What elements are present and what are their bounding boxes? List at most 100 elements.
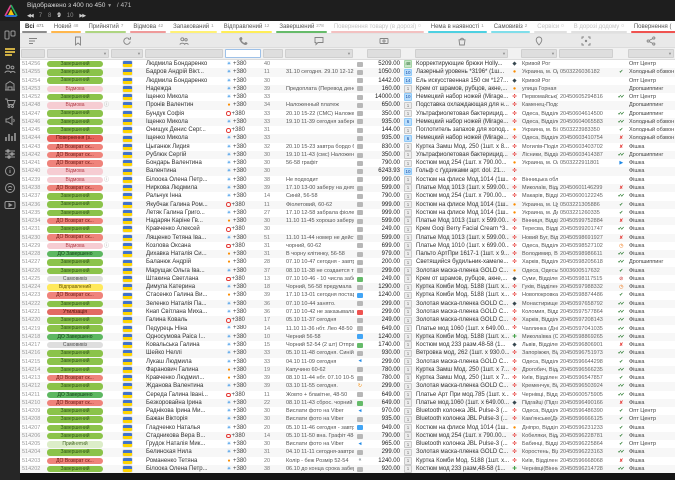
tracking-number[interactable]: 20450597577864: [558, 308, 614, 316]
client-phone[interactable]: ✳+380: [224, 85, 262, 93]
table-row[interactable]: 514242ДО Возврат ск...Рублюк Сергій✳+380…: [20, 151, 675, 159]
tracking-number[interactable]: 0503221260335: [558, 209, 614, 217]
table-row[interactable]: 514239ВідмоваⓘБілоока Олена Петр...✳+380…: [20, 176, 675, 184]
last-page-button[interactable]: ▶▶: [79, 13, 85, 19]
table-row[interactable]: 514227ЗавершенийБаланюк Андрій●+3802807.…: [20, 258, 675, 266]
client-phone[interactable]: ✳+380: [224, 341, 262, 349]
table-row[interactable]: 514212ЗавершенийЖданова Валентина✳+38039…: [20, 382, 675, 390]
client-phone[interactable]: +380: [224, 242, 262, 250]
table-row[interactable]: 514230ДО Возврат ск...Лященко Тетяна Іва…: [20, 234, 675, 242]
sidebar-item-video[interactable]: [3, 199, 17, 211]
client-phone[interactable]: ✳+380: [224, 93, 262, 101]
table-row[interactable]: 514216ЗавершенийШейко Неллі✳+3803305.10 …: [20, 349, 675, 357]
table-row[interactable]: 514237ЗавершенийРальчук Інна✳+38014Синій…: [20, 192, 675, 200]
table-row[interactable]: 514220ЗавершенийГалина Коваль+3801705.10…: [20, 316, 675, 324]
column-header-phone[interactable]: [224, 34, 262, 47]
table-row[interactable]: 514247ЗавершенийБундук Софія+3803320.10 …: [20, 110, 675, 118]
tracking-number[interactable]: 20450599752884: [558, 217, 614, 225]
info-icon[interactable]: ⓘ: [104, 176, 109, 184]
table-row[interactable]: 514203ДО Возврат ск...Романенко Тетяна●+…: [20, 457, 675, 465]
tracking-number[interactable]: 20450596547857: [558, 374, 614, 382]
client-phone[interactable]: ✳+380: [224, 325, 262, 333]
table-row[interactable]: 514214ЗавершенийФаранович Галина●+38019К…: [20, 366, 675, 374]
client-phone[interactable]: ✳+380: [224, 192, 262, 200]
client-phone[interactable]: ✳+380: [224, 167, 262, 175]
tab-8[interactable]: Нема в наявності1: [426, 21, 489, 33]
column-header-location[interactable]: [520, 34, 558, 47]
info-icon[interactable]: ⓘ: [104, 101, 109, 109]
tracking-number[interactable]: 5003600517632: [558, 267, 614, 275]
tracking-number[interactable]: 20450598874486: [558, 291, 614, 299]
client-phone[interactable]: +380: [224, 225, 262, 233]
client-phone[interactable]: ✳+380: [224, 159, 262, 167]
tracking-number[interactable]: 20450600575905: [558, 391, 614, 399]
table-row[interactable]: 514255ЗавершенийБадров Андрій Вікт...✳+3…: [20, 68, 675, 76]
table-row[interactable]: 514223ДО Возврат ск...Стасенко Галина Ви…: [20, 291, 675, 299]
client-phone[interactable]: ✳+380: [224, 184, 262, 192]
tab-12[interactable]: Повернення (: [629, 21, 675, 33]
table-row[interactable]: 514224ВідправленийДимула Катерина✳+38018…: [20, 283, 675, 291]
table-row[interactable]: 514218ДО ЗавершеноОдносумова Раіса І...✳…: [20, 333, 675, 341]
tracking-number[interactable]: 20450596231233: [558, 424, 614, 432]
table-row[interactable]: 514221УтилізаціяКнап Світлана Миха...✳+3…: [20, 308, 675, 316]
client-phone[interactable]: ✳+380: [224, 399, 262, 407]
table-row[interactable]: 514205ПрийнятийГрудок Наталія Мик...✳+38…: [20, 440, 675, 448]
sidebar-item-info[interactable]: [3, 165, 17, 177]
tracking-number[interactable]: 20450600122245: [558, 192, 614, 200]
table-row[interactable]: 514208ЗавершенийБажан Вікторія✳+38030Вис…: [20, 415, 675, 423]
tracking-number[interactable]: [558, 60, 614, 68]
client-phone[interactable]: +380: [224, 201, 262, 209]
tracking-number[interactable]: 20450596223163: [558, 448, 614, 456]
shown-range[interactable]: Відображено з 400 по 450 ▼ / 471: [27, 2, 131, 9]
tracking-number[interactable]: 20450596486390: [558, 407, 614, 415]
filter-price-input[interactable]: [367, 49, 401, 58]
client-phone[interactable]: ✳+380: [224, 151, 262, 159]
tab-2[interactable]: Прийнятий7: [83, 21, 128, 33]
table-row[interactable]: 514254ЗавершенийЛюдмила Бондаренко✳+3803…: [20, 77, 675, 85]
table-row[interactable]: 514231ЗавершенийКравченко Алексей+380302…: [20, 225, 675, 233]
client-phone[interactable]: ✳+380: [224, 349, 262, 357]
table-row[interactable]: 514219ЗавершенийПедурець Ніна✳+3801411.1…: [20, 325, 675, 333]
client-phone[interactable]: ✳+380: [224, 267, 262, 275]
client-phone[interactable]: ✳+380: [224, 448, 262, 456]
client-phone[interactable]: ✳+380: [224, 283, 262, 291]
client-phone[interactable]: ✳+380: [224, 68, 262, 76]
tracking-number[interactable]: 20450596666125: [558, 415, 614, 423]
column-header-product[interactable]: [414, 34, 509, 47]
tracking-number[interactable]: [558, 85, 614, 93]
tab-5[interactable]: Відправлений12: [219, 21, 275, 33]
tracking-number[interactable]: 20450596225864: [558, 440, 614, 448]
tracking-number[interactable]: 20450603414387: [558, 151, 614, 159]
table-row[interactable]: 514206ЗавершенийСтадникова Вера В...+380…: [20, 432, 675, 440]
client-phone[interactable]: ✳+380: [224, 143, 262, 151]
filter-phone-input[interactable]: [225, 49, 261, 58]
client-phone[interactable]: ●+380: [224, 250, 262, 258]
tab-11[interactable]: В дорозі додому0: [569, 21, 629, 33]
filter-status-select[interactable]: ▼: [47, 49, 109, 58]
column-header-refresh[interactable]: [110, 34, 144, 47]
tracking-number[interactable]: 20450596228781: [558, 432, 614, 440]
table-row[interactable]: 514253ВідмоваНадежда✳+38039Предоплата (П…: [20, 85, 675, 93]
client-phone[interactable]: +380: [224, 391, 262, 399]
tracking-number[interactable]: 0503221305886: [558, 201, 614, 209]
tracking-number[interactable]: 20450605294816: [558, 93, 614, 101]
table-row[interactable]: 514210ДО Возврат ск...Безкоровайна Ірина…: [20, 399, 675, 407]
tab-6[interactable]: Завершений278: [274, 21, 328, 33]
tracking-number[interactable]: 0503222911801: [558, 159, 614, 167]
tracking-number[interactable]: 20450598117515: [558, 275, 614, 283]
client-phone[interactable]: ✳+380: [224, 415, 262, 423]
client-phone[interactable]: ✳+380: [224, 308, 262, 316]
tracking-number[interactable]: 20450604614500: [558, 110, 614, 118]
tracking-number[interactable]: 20450598691927: [558, 234, 614, 242]
client-phone[interactable]: +380: [224, 275, 262, 283]
sidebar-item-kanban[interactable]: [3, 29, 17, 41]
filter-comment-input[interactable]: ▼: [285, 49, 353, 58]
tab-1[interactable]: Новий48: [49, 21, 84, 33]
filter-source-select[interactable]: ▼: [628, 49, 674, 58]
tracking-number[interactable]: [558, 167, 614, 175]
filter-flag-select[interactable]: ▼: [111, 49, 143, 58]
filter-city-select[interactable]: ▼: [521, 49, 557, 58]
client-phone[interactable]: ●+380: [224, 374, 262, 382]
table-row[interactable]: 514243ДО Возврат ск...Цыганюк Лидия✳+380…: [20, 143, 675, 151]
tracking-number[interactable]: 20450596490166: [558, 399, 614, 407]
